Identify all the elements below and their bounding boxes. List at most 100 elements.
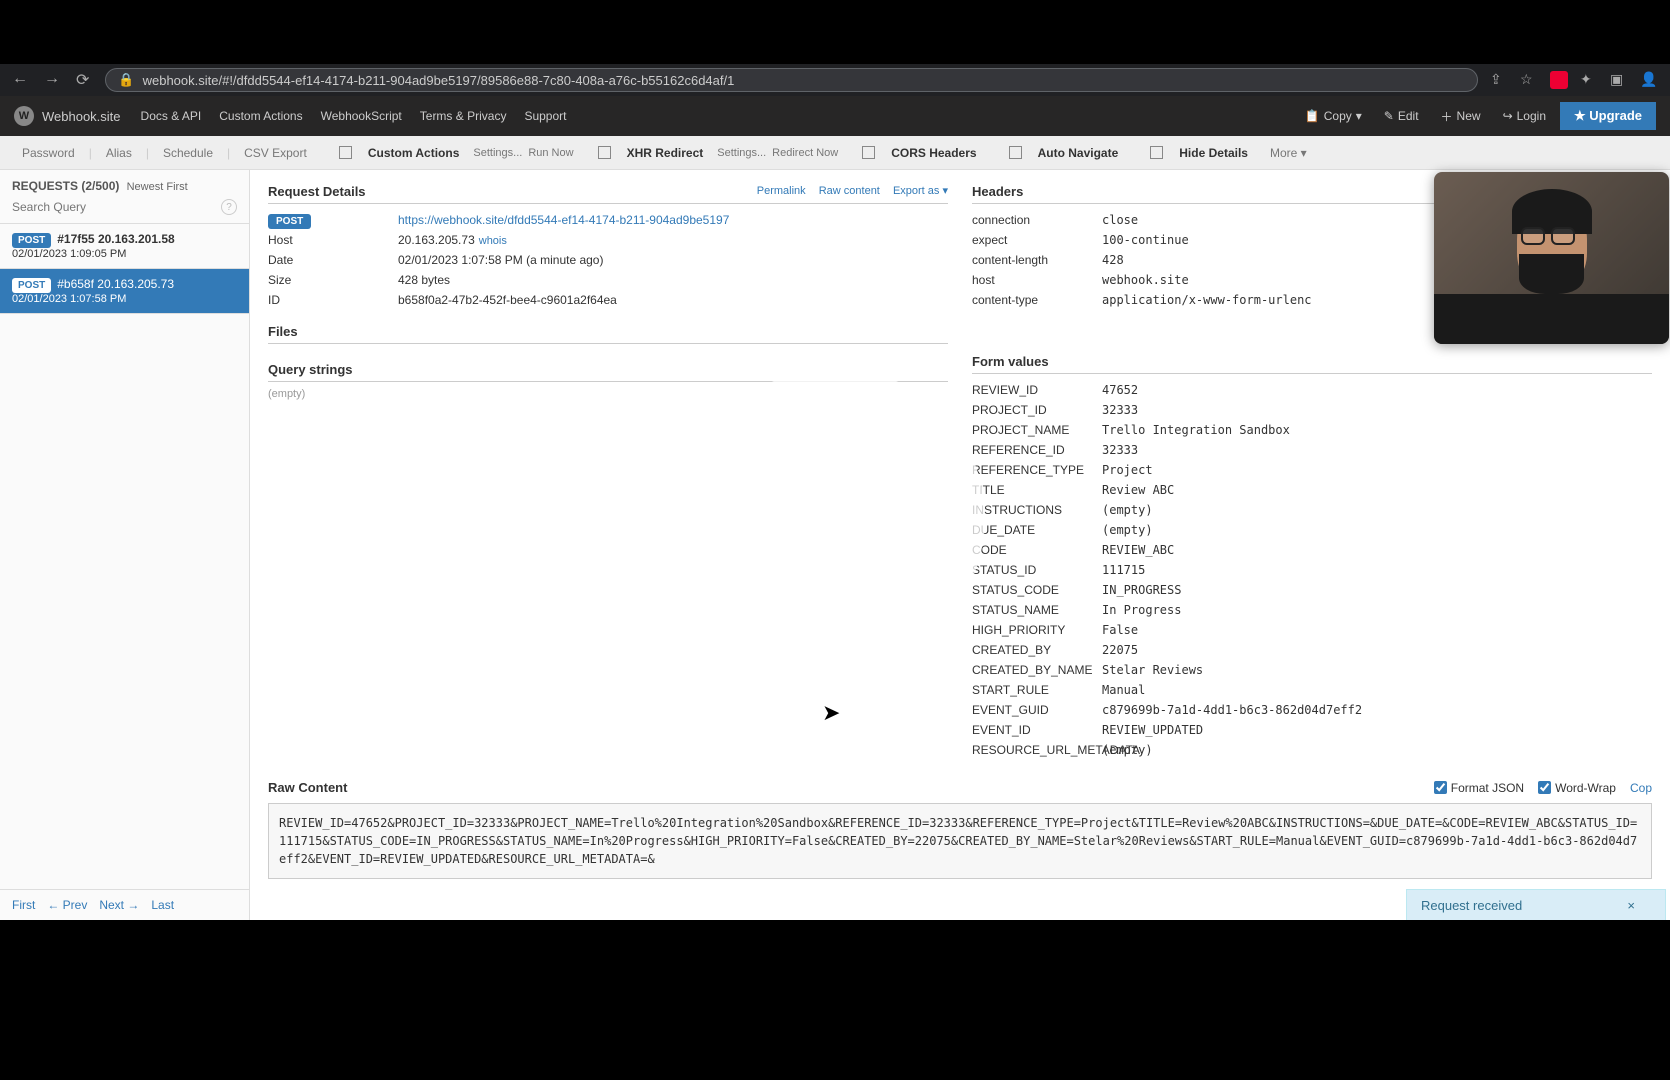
share-icon[interactable]: ⇪ <box>1490 71 1508 89</box>
rawcontent-link[interactable]: Raw content <box>819 185 880 197</box>
raw-body[interactable]: REVIEW_ID=47652&PROJECT_ID=32333&PROJECT… <box>268 803 1652 879</box>
tb-hidedetails[interactable]: Hide Details <box>1171 142 1256 164</box>
reload-icon[interactable]: ⟳ <box>76 70 89 90</box>
nav-docs[interactable]: Docs & API <box>141 109 202 123</box>
panel-icon[interactable]: ▣ <box>1610 71 1628 89</box>
formvalues-title: Form values <box>972 354 1652 374</box>
form-key: STATUS_NAME <box>972 603 1102 617</box>
form-key: REFERENCE_TYPE <box>972 463 1102 477</box>
pager-first[interactable]: First <box>12 898 35 912</box>
header-key: connection <box>972 213 1102 227</box>
cb-hidedetails[interactable] <box>1150 146 1163 159</box>
form-key: CODE <box>972 543 1102 557</box>
form-key: REVIEW_ID <box>972 383 1102 397</box>
toast: Request received × <box>1406 889 1666 920</box>
request-item[interactable]: POST#17f55 20.163.201.58 02/01/2023 1:09… <box>0 224 249 269</box>
cb-cors[interactable] <box>862 146 875 159</box>
form-val: IN_PROGRESS <box>1102 583 1652 597</box>
cb-custom-actions[interactable] <box>339 146 352 159</box>
logo-icon: W <box>14 106 34 126</box>
tb-alias[interactable]: Alias <box>98 142 140 164</box>
request-details-title: Request Details Permalink Raw content Ex… <box>268 184 948 204</box>
form-key: HIGH_PRIORITY <box>972 623 1102 637</box>
form-key: PROJECT_NAME <box>972 423 1102 437</box>
login-button[interactable]: ↪Login <box>1495 105 1554 127</box>
extension-icon[interactable] <box>1550 71 1568 89</box>
form-key: INSTRUCTIONS <box>972 503 1102 517</box>
exportas-link[interactable]: Export as ▾ <box>893 185 948 197</box>
forward-icon[interactable]: → <box>44 70 60 90</box>
tb-redirect[interactable]: Redirect Now <box>772 147 838 159</box>
form-val: (empty) <box>1102 503 1652 517</box>
tb-runnow[interactable]: Run Now <box>528 147 573 159</box>
sidebar-title: REQUESTS (2/500) <box>12 179 119 193</box>
nav-custom-actions[interactable]: Custom Actions <box>219 109 302 123</box>
star-icon[interactable]: ☆ <box>1520 71 1538 89</box>
tb-schedule[interactable]: Schedule <box>155 142 221 164</box>
format-json-toggle[interactable]: Format JSON <box>1434 781 1524 795</box>
sidebar: REQUESTS (2/500) Newest First ? POST#17f… <box>0 170 250 920</box>
nav-support[interactable]: Support <box>524 109 566 123</box>
edit-button[interactable]: ✎Edit <box>1376 105 1427 127</box>
search-input[interactable] <box>12 200 221 214</box>
form-val: 32333 <box>1102 403 1652 417</box>
toast-msg: Request received <box>1421 898 1522 913</box>
method-pill: POST <box>268 214 311 229</box>
tb-xhr[interactable]: XHR Redirect <box>619 142 712 164</box>
tb-password[interactable]: Password <box>14 142 83 164</box>
sidebar-sort[interactable]: Newest First <box>127 181 188 193</box>
form-key: RESOURCE_URL_METADATA <box>972 743 1102 757</box>
method-badge: POST <box>12 233 51 248</box>
pencil-icon: ✎ <box>1384 109 1394 123</box>
close-icon[interactable]: × <box>1627 898 1635 913</box>
tb-more[interactable]: More ▾ <box>1262 142 1315 164</box>
pager-prev[interactable]: ← Prev <box>47 898 87 912</box>
tb-autonav[interactable]: Auto Navigate <box>1030 142 1127 164</box>
form-val: (empty) <box>1102 523 1652 537</box>
cb-xhr[interactable] <box>598 146 611 159</box>
tb-csv-export[interactable]: CSV Export <box>236 142 315 164</box>
form-val: In Progress <box>1102 603 1652 617</box>
copy-raw-link[interactable]: Cop <box>1630 781 1652 795</box>
form-val: REVIEW_ABC <box>1102 543 1652 557</box>
new-button[interactable]: ＋New <box>1433 104 1489 129</box>
form-val: 47652 <box>1102 383 1652 397</box>
address-bar[interactable]: 🔒 webhook.site/#!/dfdd5544-ef14-4174-b21… <box>105 68 1478 92</box>
caret-down-icon: ▾ <box>1301 146 1307 160</box>
brand[interactable]: W Webhook.site <box>14 106 121 126</box>
upgrade-button[interactable]: ★ Upgrade <box>1560 102 1656 130</box>
webcam-overlay <box>1434 172 1669 344</box>
nav-webhookscript[interactable]: WebhookScript <box>321 109 402 123</box>
request-list: POST#17f55 20.163.201.58 02/01/2023 1:09… <box>0 224 249 889</box>
tb-settings1[interactable]: Settings... <box>473 147 522 159</box>
caret-down-icon: ▾ <box>1356 109 1362 123</box>
tb-custom-actions[interactable]: Custom Actions <box>360 142 468 164</box>
copy-button[interactable]: 📋Copy ▾ <box>1297 105 1370 127</box>
request-url[interactable]: https://webhook.site/dfdd5544-ef14-4174-… <box>398 213 948 227</box>
login-icon: ↪ <box>1503 109 1513 123</box>
form-val: 111715 <box>1102 563 1652 577</box>
profile-icon[interactable]: 👤 <box>1640 71 1658 89</box>
cb-autonav[interactable] <box>1009 146 1022 159</box>
request-item[interactable]: POST#b658f 20.163.205.73 02/01/2023 1:07… <box>0 269 249 314</box>
form-val: Manual <box>1102 683 1652 697</box>
word-wrap-toggle[interactable]: Word-Wrap <box>1538 781 1616 795</box>
puzzle-icon[interactable]: ✦ <box>1580 71 1598 89</box>
form-key: STATUS_CODE <box>972 583 1102 597</box>
form-key: REFERENCE_ID <box>972 443 1102 457</box>
pager-next[interactable]: Next → <box>99 898 139 912</box>
nav-terms[interactable]: Terms & Privacy <box>420 109 507 123</box>
pager-last[interactable]: Last <box>151 898 174 912</box>
form-key: CREATED_BY <box>972 643 1102 657</box>
whois-link[interactable]: whois <box>479 235 507 247</box>
form-val: Review ABC <box>1102 483 1652 497</box>
permalink-link[interactable]: Permalink <box>757 185 806 197</box>
play-button[interactable] <box>685 368 985 668</box>
back-icon[interactable]: ← <box>12 70 28 90</box>
help-icon[interactable]: ? <box>221 199 237 215</box>
tb-cors[interactable]: CORS Headers <box>883 142 984 164</box>
form-key: EVENT_ID <box>972 723 1102 737</box>
method-badge: POST <box>12 278 51 293</box>
tb-settings2[interactable]: Settings... <box>717 147 766 159</box>
header-key: content-length <box>972 253 1102 267</box>
